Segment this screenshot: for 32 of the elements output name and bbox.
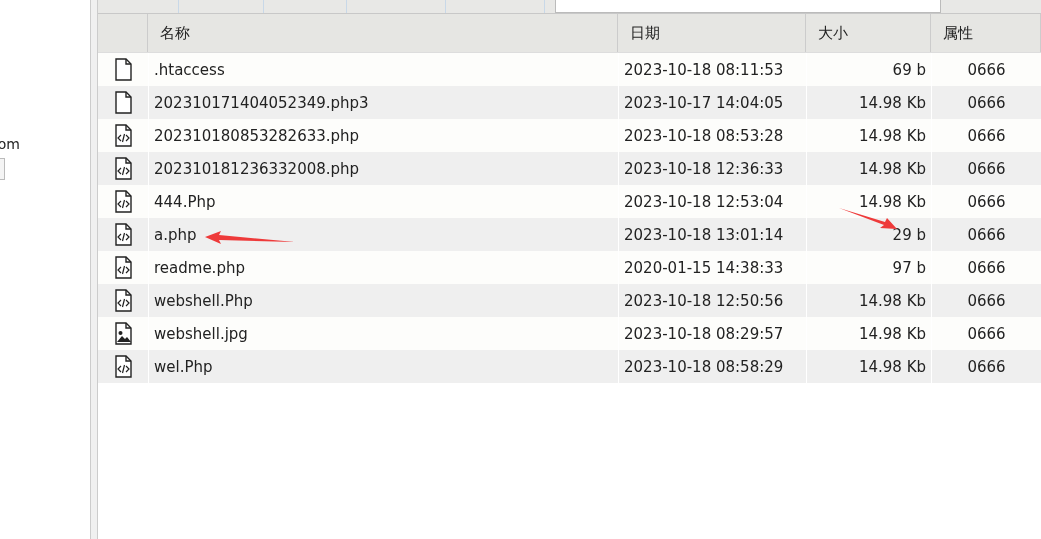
file-row[interactable]: 202310180853282633.php 2023-10-18 08:53:28 14.98 Kb 0666: [98, 119, 1041, 152]
code-file-icon: [113, 354, 133, 379]
code-file-icon: [113, 255, 133, 280]
file-row[interactable]: a.php 2023-10-18 13:01:14 29 b 0666: [98, 218, 1041, 251]
file-size: 14.98 Kb: [806, 350, 931, 383]
file-row[interactable]: webshell.Php 2023-10-18 12:50:56 14.98 Kb 0666: [98, 284, 1041, 317]
code-file-icon: [113, 123, 133, 148]
code-file-icon: [113, 189, 133, 214]
file-row[interactable]: webshell.jpg 2023-10-18 08:29:57 14.98 Kb 0666: [98, 317, 1041, 350]
column-header[interactable]: 大小: [806, 14, 931, 52]
column-header[interactable]: 日期: [618, 14, 806, 52]
column-header[interactable]: 名称: [148, 14, 618, 52]
splitter[interactable]: [90, 0, 98, 539]
file-date: 2023-10-18 08:58:29: [618, 350, 806, 383]
file-attributes: 0666: [931, 350, 1041, 383]
code-file-icon: [113, 288, 133, 313]
column-header[interactable]: 属性: [931, 14, 1041, 52]
input-field[interactable]: [0, 158, 5, 180]
file-name: wel.Php: [148, 350, 618, 383]
file-row[interactable]: 202310181236332008.php 2023-10-18 12:36:33 14.98 Kb 0666: [98, 152, 1041, 185]
file-icon: [113, 90, 133, 115]
file-row[interactable]: wel.Php 2023-10-18 08:58:29 14.98 Kb 0666: [98, 350, 1041, 383]
image-file-icon: [113, 321, 133, 346]
annotation-arrow: [839, 208, 897, 229]
file-row[interactable]: 444.Php 2023-10-18 12:53:04 14.98 Kb 0666: [98, 185, 1041, 218]
file-row[interactable]: readme.php 2020-01-15 14:38:33 97 b 0666: [98, 251, 1041, 284]
file-icon: [113, 57, 133, 82]
code-file-icon: [113, 156, 133, 181]
code-file-icon: [113, 222, 133, 247]
file-row[interactable]: .htaccess 2023-10-18 08:11:53 69 b 0666: [98, 53, 1041, 86]
path-field[interactable]: [555, 0, 941, 13]
file-row[interactable]: 202310171404052349.php3 2023-10-17 14:04:05 14.98 Kb 0666: [98, 86, 1041, 119]
